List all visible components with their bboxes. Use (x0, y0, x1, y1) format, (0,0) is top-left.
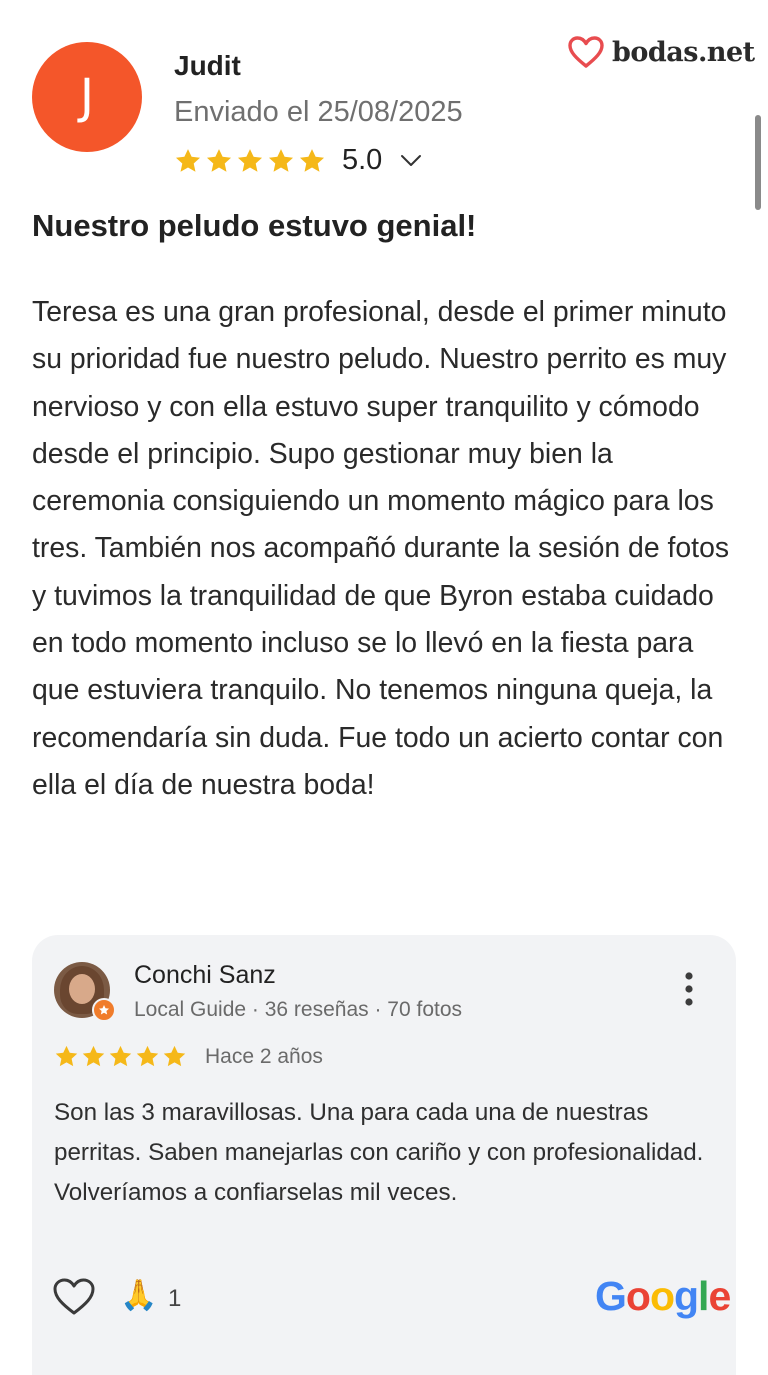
google-review-card: Conchi Sanz Local Guide · 36 reseñas · 7… (32, 935, 736, 1375)
scrollbar[interactable] (755, 115, 761, 210)
local-guide-badge-icon (92, 998, 116, 1022)
brand-name: bodas.net (612, 37, 755, 68)
review-body: Teresa es una gran profesional, desde el… (32, 296, 730, 801)
google-reviewer-name: Conchi Sanz (134, 961, 276, 989)
reaction-count: 1 (168, 1285, 182, 1312)
star-icon (175, 148, 201, 172)
star-rating (174, 147, 326, 175)
star-icon (268, 148, 294, 172)
star-icon (136, 1045, 159, 1067)
chevron-down-icon[interactable] (400, 154, 422, 168)
star-icon (163, 1045, 186, 1067)
bodas-logo: bodas.net (568, 36, 755, 69)
reviewer-name: Judit (174, 50, 241, 81)
rating-row[interactable]: 5.0 (174, 144, 422, 177)
star-icon (206, 148, 232, 172)
review-date: Enviado el 25/08/2025 (174, 96, 463, 128)
google-review-age: Hace 2 años (205, 1045, 323, 1068)
avatar-face (69, 974, 95, 1004)
google-reviewer-avatar (54, 962, 116, 1022)
more-options-icon[interactable] (682, 971, 696, 1007)
star-icon (237, 148, 263, 172)
google-reviewer-meta: Local Guide · 36 reseñas · 70 fotos (134, 998, 463, 1021)
heart-outline-icon (568, 36, 604, 68)
pray-emoji-reaction[interactable]: 🙏 (120, 1279, 157, 1313)
star-icon (299, 148, 325, 172)
google-star-rating (54, 1044, 187, 1069)
heart-icon[interactable] (52, 1277, 96, 1317)
avatar-initial: J (79, 69, 95, 125)
star-icon (109, 1045, 132, 1067)
reviewer-avatar: J (32, 42, 142, 152)
google-logo: Google (595, 1273, 731, 1319)
google-review-text: Son las 3 maravillosas. Una para cada un… (54, 1099, 704, 1206)
star-icon (55, 1045, 78, 1067)
review-title: Nuestro peludo estuvo genial! (32, 208, 477, 243)
star-icon (82, 1045, 105, 1067)
rating-value: 5.0 (342, 144, 383, 176)
